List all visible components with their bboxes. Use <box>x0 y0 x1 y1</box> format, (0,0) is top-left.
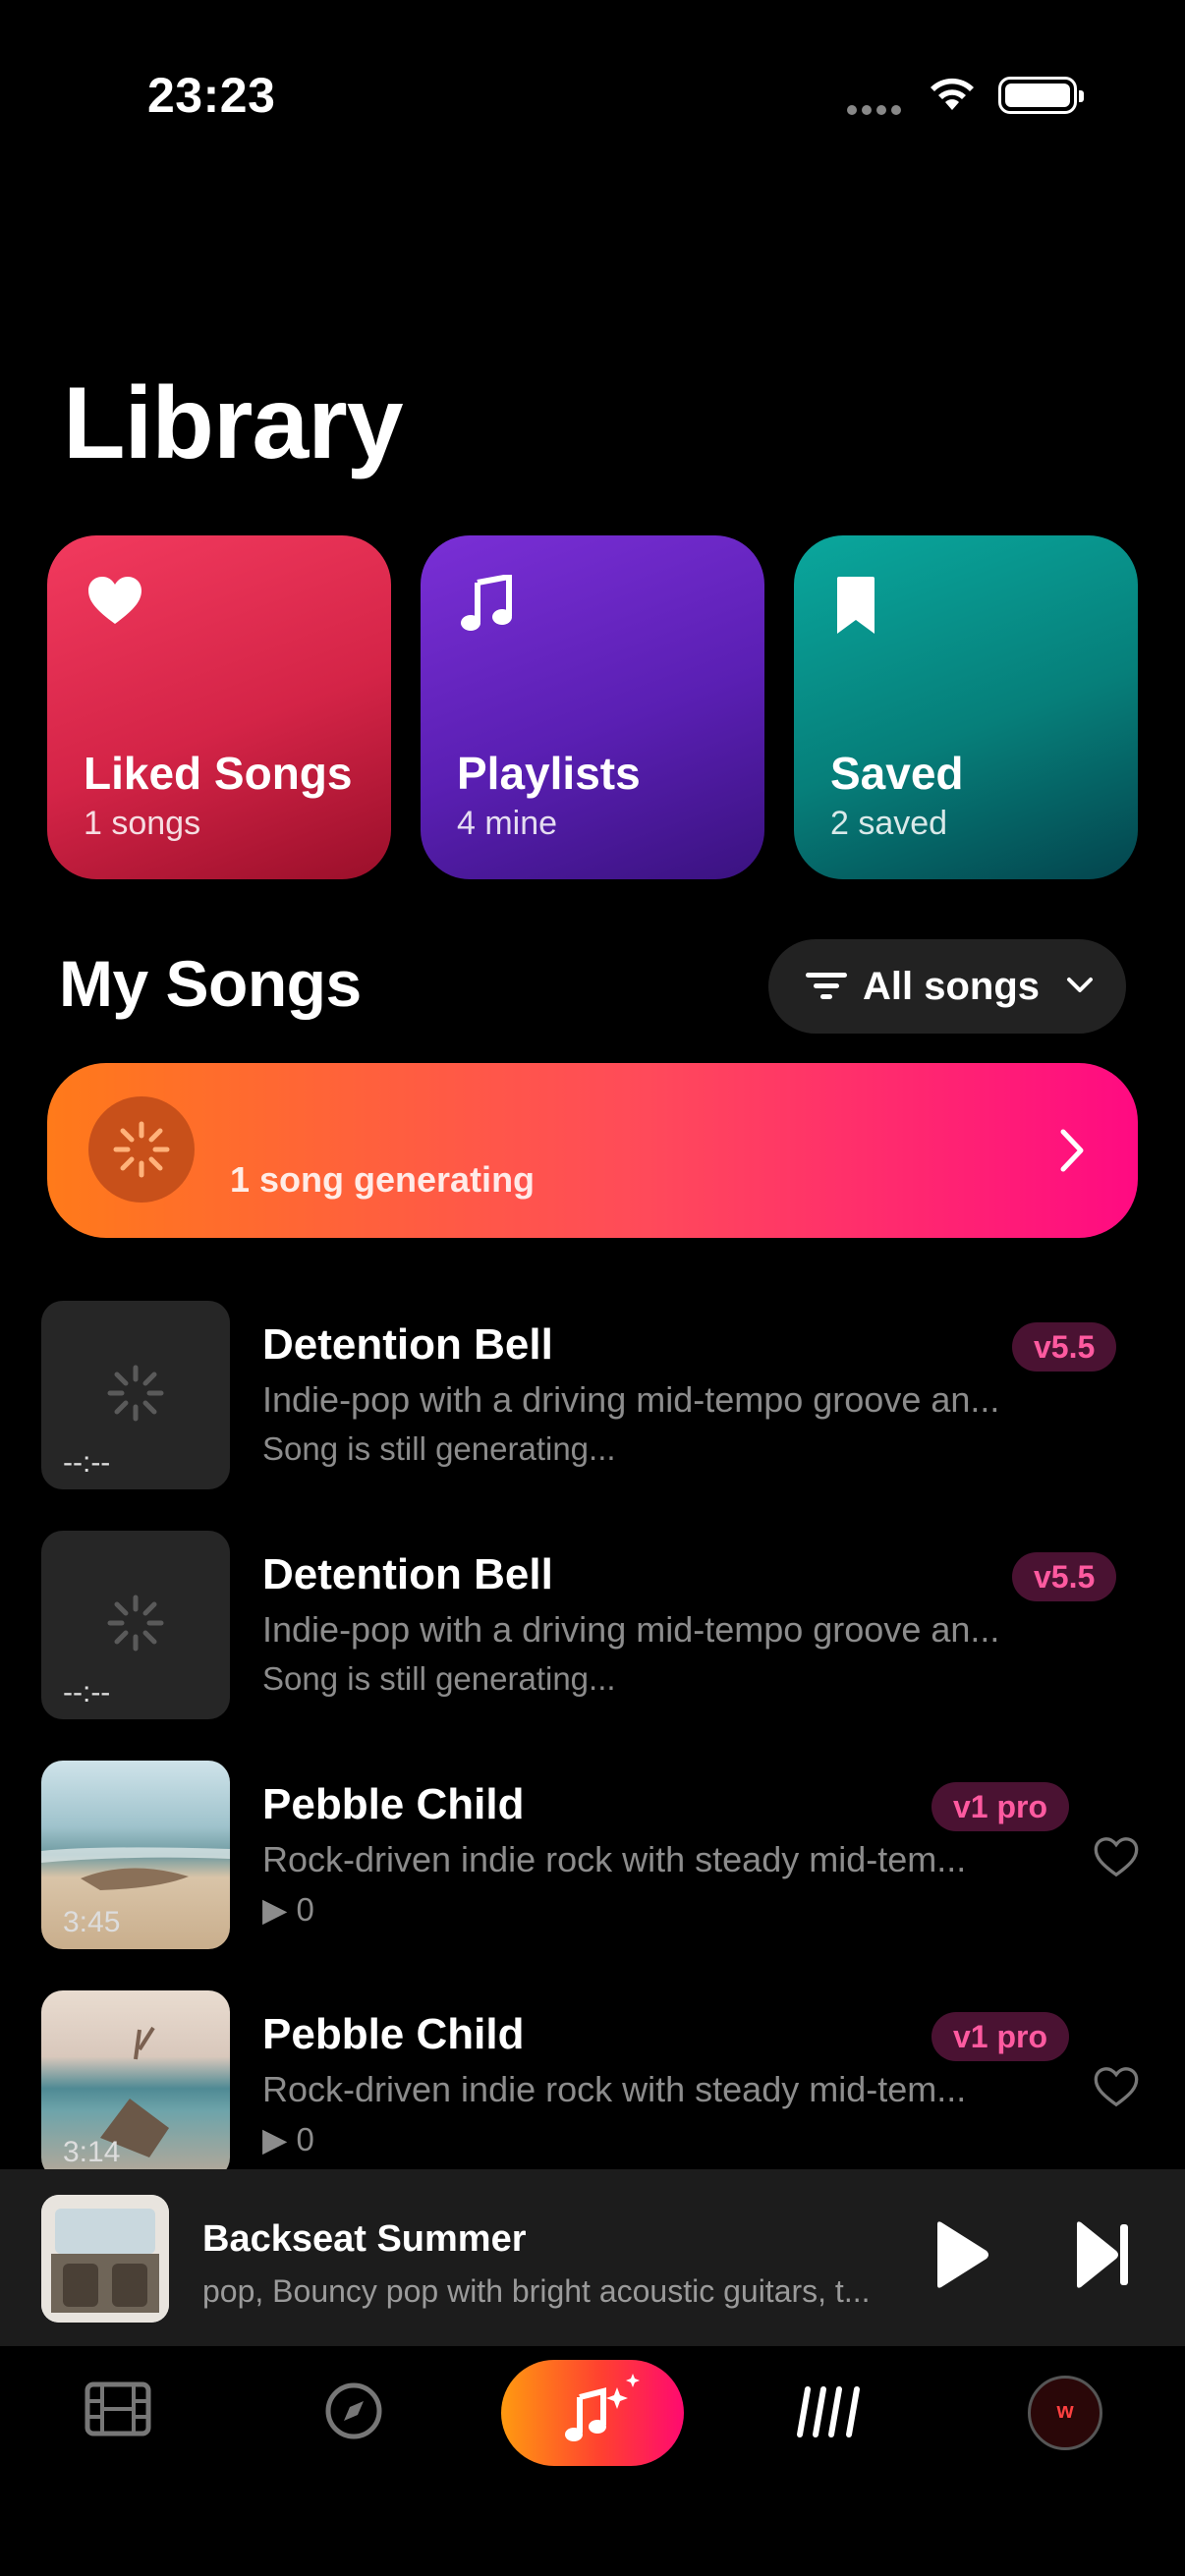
avatar-initial: w <box>1056 2398 1074 2423</box>
heart-icon <box>86 575 143 631</box>
film-icon[interactable] <box>85 2381 151 2441</box>
chevron-right-icon <box>1057 1126 1087 1180</box>
song-filter-dropdown[interactable]: All songs <box>768 939 1126 1034</box>
song-thumbnail: 3:14 <box>41 1990 230 2179</box>
song-row[interactable]: --:-- Detention Bell v5.5 Indie-pop with… <box>0 1301 1185 1497</box>
play-count: ▶ 0 <box>262 2121 314 2157</box>
now-playing-subtitle: pop, Bouncy pop with bright acoustic gui… <box>202 2273 871 2309</box>
song-title: Detention Bell <box>262 1320 553 1369</box>
card-subtitle: 4 mine <box>457 805 558 842</box>
song-duration: 3:14 <box>63 2136 121 2168</box>
compass-icon[interactable] <box>324 2381 383 2445</box>
song-title: Pebble Child <box>262 2010 525 2058</box>
play-button[interactable] <box>931 2220 990 2294</box>
song-status: Song is still generating... <box>262 1430 616 1467</box>
card-title: Saved <box>830 748 964 799</box>
generating-banner[interactable]: 1 song generating <box>47 1063 1138 1238</box>
filter-icon <box>806 971 847 1007</box>
play-count: ▶ 0 <box>262 1891 314 1928</box>
status-time: 23:23 <box>147 68 276 123</box>
bookmark-icon <box>833 575 878 641</box>
saved-card[interactable]: Saved 2 saved <box>794 535 1138 879</box>
song-row[interactable]: 3:14 Pebble Child v1 pro Rock-driven ind… <box>0 1990 1185 2187</box>
song-title: Pebble Child <box>262 1780 525 1828</box>
song-duration: 3:45 <box>63 1906 121 1938</box>
song-thumbnail: --:-- <box>41 1531 230 1719</box>
signal-icon <box>847 102 908 115</box>
chevron-down-icon <box>1063 969 1097 1007</box>
mini-player[interactable]: Backseat Summer pop, Bouncy pop with bri… <box>0 2169 1185 2346</box>
card-title: Playlists <box>457 748 641 799</box>
song-description: Indie-pop with a driving mid-tempo groov… <box>262 1379 1000 1420</box>
song-description: Indie-pop with a driving mid-tempo groov… <box>262 1609 1000 1650</box>
loading-spinner-icon <box>106 1594 165 1657</box>
create-music-button[interactable] <box>501 2360 684 2466</box>
tab-bar: w <box>0 2346 1185 2576</box>
wifi-icon <box>926 73 979 117</box>
card-subtitle: 2 saved <box>830 805 948 842</box>
song-row[interactable]: --:-- Detention Bell v5.5 Indie-pop with… <box>0 1531 1185 1727</box>
profile-avatar[interactable]: w <box>1028 2376 1102 2450</box>
section-title: My Songs <box>59 947 362 1020</box>
like-heart-icon[interactable] <box>1093 2065 1140 2113</box>
song-thumbnail: --:-- <box>41 1301 230 1489</box>
card-subtitle: 1 songs <box>84 805 201 842</box>
filter-label: All songs <box>863 965 1041 1008</box>
song-description: Rock-driven indie rock with steady mid-t… <box>262 2069 967 2109</box>
loading-spinner-icon <box>106 1364 165 1428</box>
loading-spinner-icon <box>88 1096 195 1203</box>
song-thumbnail: 3:45 <box>41 1761 230 1949</box>
liked-songs-card[interactable]: Liked Songs 1 songs <box>47 535 391 879</box>
battery-icon <box>998 77 1084 114</box>
song-duration: --:-- <box>63 1446 111 1479</box>
music-note-icon <box>460 573 513 639</box>
version-badge: v1 pro <box>931 2012 1070 2061</box>
like-heart-icon[interactable] <box>1093 1835 1140 1883</box>
song-description: Rock-driven indie rock with steady mid-t… <box>262 1839 967 1879</box>
now-playing-artwork <box>41 2195 169 2323</box>
next-track-button[interactable] <box>1073 2220 1132 2294</box>
playlists-card[interactable]: Playlists 4 mine <box>421 535 764 879</box>
song-row[interactable]: 3:45 Pebble Child v1 pro Rock-driven ind… <box>0 1761 1185 1957</box>
now-playing-title: Backseat Summer <box>202 2218 527 2260</box>
song-duration: --:-- <box>63 1676 111 1708</box>
song-status: Song is still generating... <box>262 1660 616 1697</box>
version-badge: v1 pro <box>931 1782 1070 1831</box>
version-badge: v5.5 <box>1012 1322 1117 1372</box>
generating-text: 1 song generating <box>230 1159 536 1200</box>
song-title: Detention Bell <box>262 1550 553 1598</box>
page-title: Library <box>63 366 404 480</box>
card-title: Liked Songs <box>84 748 353 799</box>
library-icon[interactable] <box>794 2381 865 2445</box>
version-badge: v5.5 <box>1012 1552 1117 1601</box>
